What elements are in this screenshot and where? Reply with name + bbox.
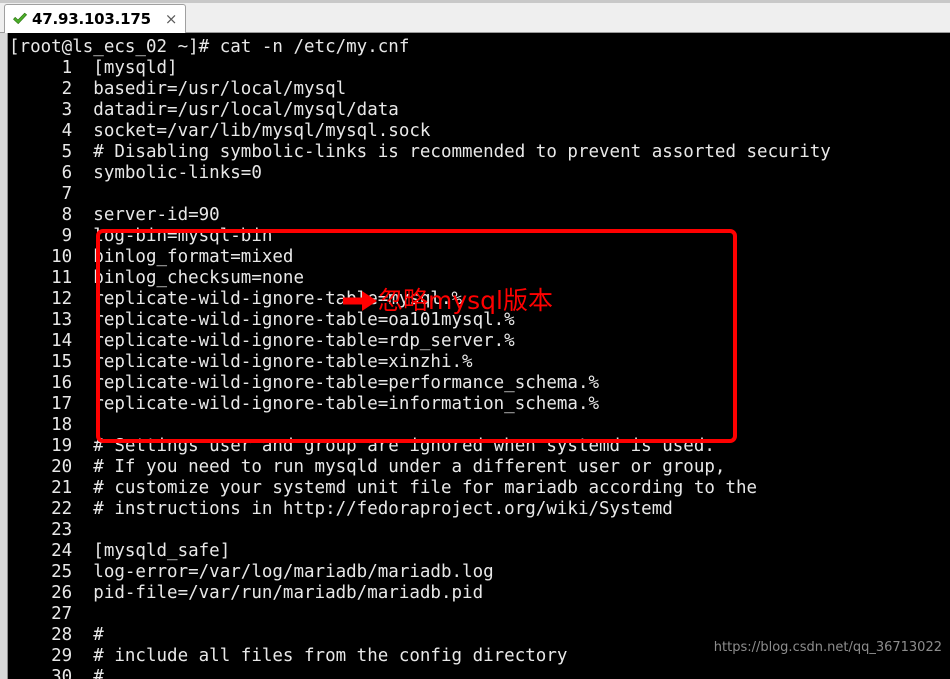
code-line: 30 # [9, 667, 104, 679]
file-listing: 1 [mysqld] 2 basedir=/usr/local/mysql 3 … [9, 58, 950, 679]
vertical-scrollbar[interactable] [0, 33, 8, 679]
scrollbar-thumb[interactable] [0, 33, 7, 679]
tab-bar: 47.93.103.175 × [0, 0, 950, 33]
terminal-output: [root@ls_ecs_02 ~]# cat -n /etc/my.cnf 1… [9, 37, 950, 679]
code-line: 9 log-bin=mysql-bin [9, 226, 273, 246]
code-line: 1 [mysqld] [9, 58, 178, 78]
code-line: 29 # include all files from the config d… [9, 646, 568, 666]
terminal-window: 47.93.103.175 × [root@ls_ecs_02 ~]# cat … [0, 0, 950, 679]
tab-title: 47.93.103.175 [32, 10, 151, 28]
code-line: 10 binlog_format=mixed [9, 247, 294, 267]
code-line: 4 socket=/var/lib/mysql/mysql.sock [9, 121, 431, 141]
code-line: 15 replicate-wild-ignore-table=xinzhi.% [9, 352, 473, 372]
tab-session-active[interactable]: 47.93.103.175 × [4, 4, 187, 33]
code-line: 14 replicate-wild-ignore-table=rdp_serve… [9, 331, 515, 351]
code-line: 6 symbolic-links=0 [9, 163, 262, 183]
code-line: 8 server-id=90 [9, 205, 220, 225]
code-line: 19 # Settings user and group are ignored… [9, 436, 715, 456]
code-line: 7 [9, 184, 94, 204]
code-line: 21 # customize your systemd unit file fo… [9, 478, 758, 498]
code-line: 28 # [9, 625, 104, 645]
code-line: 2 basedir=/usr/local/mysql [9, 79, 347, 99]
code-line: 25 log-error=/var/log/mariadb/mariadb.lo… [9, 562, 494, 582]
green-check-icon [13, 12, 27, 24]
terminal-body[interactable]: [root@ls_ecs_02 ~]# cat -n /etc/my.cnf 1… [0, 33, 950, 679]
code-line: 26 pid-file=/var/run/mariadb/mariadb.pid [9, 583, 484, 603]
code-line: 18 [9, 415, 94, 435]
code-line: 13 replicate-wild-ignore-table=oa101mysq… [9, 310, 515, 330]
code-line: 24 [mysqld_safe] [9, 541, 231, 561]
code-line: 12 replicate-wild-ignore-table=mysql.% [9, 289, 463, 309]
code-line: 3 datadir=/usr/local/mysql/data [9, 100, 399, 120]
code-line: 11 binlog_checksum=none [9, 268, 305, 288]
close-icon[interactable]: × [165, 11, 178, 27]
terminal-prompt-line: [root@ls_ecs_02 ~]# cat -n /etc/my.cnf [9, 37, 410, 57]
code-line: 23 [9, 520, 94, 540]
code-line: 16 replicate-wild-ignore-table=performan… [9, 373, 600, 393]
code-line: 5 # Disabling symbolic-links is recommen… [9, 142, 831, 162]
tab-bar-top-divider [0, 0, 950, 3]
code-line: 27 [9, 604, 94, 624]
code-line: 22 # instructions in http://fedoraprojec… [9, 499, 673, 519]
code-line: 17 replicate-wild-ignore-table=informati… [9, 394, 600, 414]
code-line: 20 # If you need to run mysqld under a d… [9, 457, 726, 477]
